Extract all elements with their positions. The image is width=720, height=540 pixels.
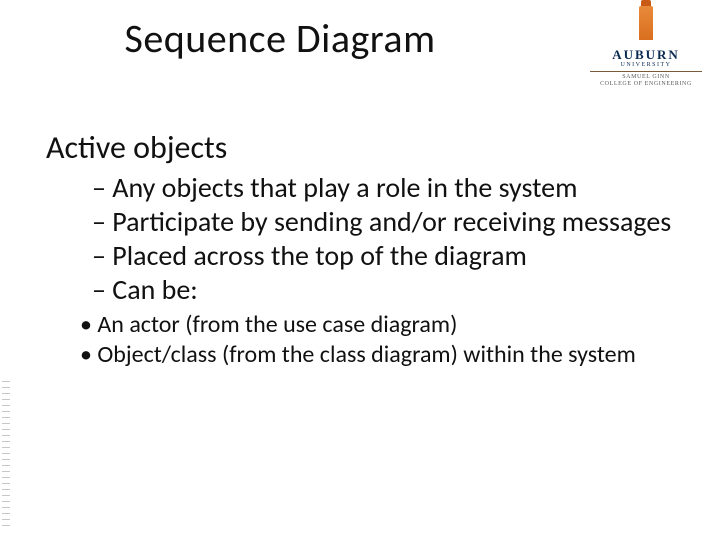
slide: Sequence Diagram AUBURN UNIVERSITY SAMUE…	[0, 0, 720, 540]
bullet-item: Can be:	[92, 273, 674, 307]
bullet-item: Placed across the top of the diagram	[92, 239, 674, 273]
body-content: Active objects Any objects that play a r…	[46, 128, 674, 371]
sub-bullet-item: An actor (from the use case diagram)	[80, 310, 674, 341]
bullet-list: Any objects that play a role in the syst…	[92, 171, 674, 308]
ruler-marks	[2, 376, 10, 526]
slide-title: Sequence Diagram	[0, 14, 560, 63]
logo-university: UNIVERSITY	[586, 62, 706, 68]
bullet-item: Participate by sending and/or receiving …	[92, 205, 674, 239]
tower-icon	[639, 6, 653, 40]
bullet-item: Any objects that play a role in the syst…	[92, 171, 674, 205]
sub-bullet-item: Object/class (from the class diagram) wi…	[80, 340, 674, 371]
logo-divider	[590, 71, 702, 72]
logo-college-line2: COLLEGE OF ENGINEERING	[586, 81, 706, 88]
logo-word: AUBURN	[586, 47, 706, 63]
logo-college-line1: SAMUEL GINN	[586, 74, 706, 81]
section-heading: Active objects	[46, 128, 674, 167]
auburn-logo: AUBURN UNIVERSITY SAMUEL GINN COLLEGE OF…	[586, 6, 706, 87]
sub-bullet-list: An actor (from the use case diagram) Obj…	[80, 310, 674, 371]
